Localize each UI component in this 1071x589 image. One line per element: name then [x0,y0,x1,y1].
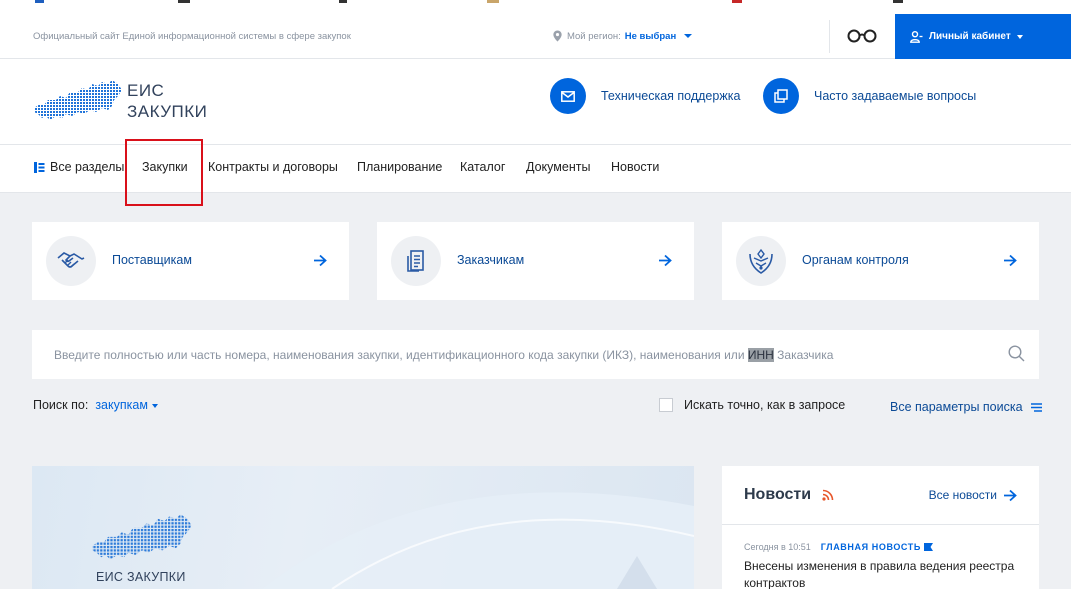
site-header: ЕИС ЗАКУПКИ Техническая поддержка Часто … [0,59,1071,145]
card-customers[interactable]: Заказчикам [377,222,694,300]
region-value[interactable]: Не выбран [625,31,676,42]
search-placeholder-mark: ИНН [747,348,774,362]
divider [722,524,1039,525]
logo-text[interactable]: ЕИС ЗАКУПКИ [127,80,207,122]
divider [829,20,830,53]
logo-line-2: ЗАКУПКИ [127,102,208,121]
faq-link[interactable]: Часто задаваемые вопросы [763,78,976,114]
filter-lines-icon [1030,402,1042,412]
chevron-down-icon [151,404,158,408]
all-news-label: Все новости [928,488,997,502]
user-icon [910,30,923,43]
chevron-down-icon [684,34,693,38]
nav-all-sections[interactable]: Все разделы [33,160,124,174]
nav-item-catalog[interactable]: Каталог [460,160,505,174]
logo-line-1: ЕИС [127,81,165,100]
exact-search-option[interactable]: Искать точно, как в запросе [659,398,845,412]
arrow-right-icon [314,254,327,267]
rss-icon[interactable] [822,489,834,501]
chevron-down-icon [1016,34,1023,39]
emblem-icon [736,236,786,286]
banner-logo-text: ЕИС ЗАКУПКИ [96,570,186,584]
highlight-box [125,139,203,206]
sections-icon [34,161,45,173]
nav-item-news[interactable]: Новости [611,160,659,174]
support-label: Техническая поддержка [601,89,741,103]
search-placeholder: Введите полностью или часть номера, наим… [54,348,833,362]
cabinet-label: Личный кабинет [929,31,1011,42]
promo-banner[interactable]: ЕИС ЗАКУПКИ [32,466,694,589]
arrow-right-icon [1004,489,1017,501]
card-control-bodies-label: Органам контроля [802,253,909,267]
news-item-meta: Сегодня в 10:51 ГЛАВНАЯ НОВОСТЬ [744,542,933,552]
glasses-icon[interactable] [846,28,878,44]
mail-icon [550,78,586,114]
search-by-dropdown[interactable]: закупкам [95,398,148,412]
handshake-icon [46,236,96,286]
search-placeholder-after: Заказчика [773,348,834,362]
document-building-icon [391,236,441,286]
news-item-time: Сегодня в 10:51 [744,542,811,552]
card-suppliers-label: Поставщикам [112,253,192,267]
arrow-right-icon [659,254,672,267]
card-suppliers[interactable]: Поставщикам [32,222,349,300]
nav-item-documents[interactable]: Документы [526,160,590,174]
search-placeholder-before: Введите полностью или часть номера, наим… [54,348,748,362]
banner-logo-map [92,514,192,560]
personal-cabinet-button[interactable]: Личный кабинет [895,14,1071,59]
news-item-headline[interactable]: Внесены изменения в правила ведения реес… [744,558,1024,589]
card-customers-label: Заказчикам [457,253,525,267]
region-label: Мой регион: [567,30,621,42]
news-title-text: Новости [744,486,812,503]
all-search-params-link[interactable]: Все параметры поиска [890,400,1042,414]
news-item-tag: ГЛАВНАЯ НОВОСТЬ [820,542,921,552]
exact-search-label: Искать точно, как в запросе [684,398,846,412]
arrow-right-icon [1004,254,1017,267]
card-control-bodies[interactable]: Органам контроля [722,222,1039,300]
top-strip [0,0,1071,14]
news-title: Новости [744,486,834,504]
exact-search-checkbox[interactable] [659,398,673,412]
nav-all-sections-label: Все разделы [50,160,125,174]
support-link[interactable]: Техническая поддержка [550,78,740,114]
search-icon[interactable] [1008,345,1025,362]
flag-icon [923,543,933,551]
search-input[interactable]: Введите полностью или часть номера, наим… [32,330,1039,379]
location-pin-icon [553,30,562,42]
all-news-link[interactable]: Все новости [929,488,1017,502]
search-by: Поиск по: закупкам [33,398,158,412]
faq-label: Часто задаваемые вопросы [814,89,977,103]
copy-icon [763,78,799,114]
site-description: Официальный сайт Единой информационной с… [33,31,351,42]
main-nav: Все разделы Закупки Контракты и договоры… [0,139,1071,206]
nav-item-planning[interactable]: Планирование [357,160,442,174]
info-bar: Официальный сайт Единой информационной с… [0,14,1071,59]
nav-item-contracts[interactable]: Контракты и договоры [208,160,338,174]
search-by-label: Поиск по: [33,398,89,412]
region-selector[interactable]: Мой регион: Не выбран [552,30,693,42]
news-panel: Новости Все новости Сегодня в 10:51 ГЛАВ… [722,466,1039,589]
all-params-label: Все параметры поиска [890,400,1023,414]
logo-russia-map[interactable] [32,78,124,124]
